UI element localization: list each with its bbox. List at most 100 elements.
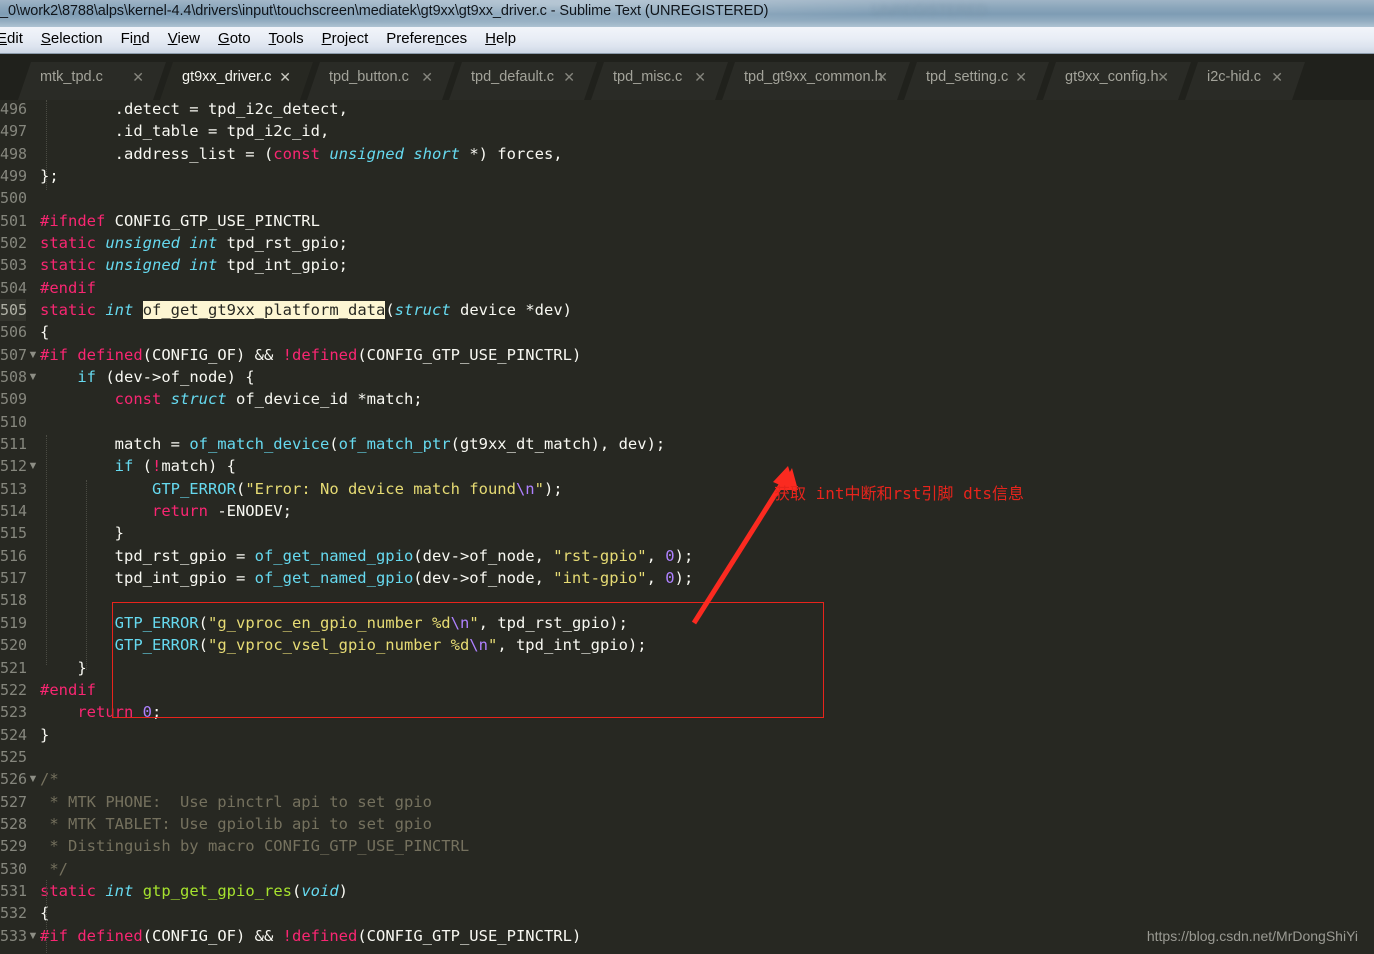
line-number: 518: [0, 591, 28, 610]
tab-label: tpd_setting.c: [926, 69, 1009, 85]
fold-triangle-icon[interactable]: ▼: [26, 344, 40, 366]
code-content[interactable]: .detect = tpd_i2c_detect, .id_table = tp…: [40, 100, 1374, 954]
tab-close-icon[interactable]: ✕: [876, 69, 888, 86]
code-editor[interactable]: 496 497 498 499 500 501 502 503 504 505 506 507 ▼ 508…: [0, 100, 1374, 954]
code-line: .address_list = (const unsigned short *)…: [40, 144, 563, 163]
menu-bar: Edit Selection Find View Goto Tools Project Pre…: [0, 27, 1374, 54]
tab-i2c-hid-c[interactable]: i2c-hid.c ✕: [1185, 62, 1305, 100]
tab-tpd-default-c[interactable]: tpd_default.c ✕: [449, 62, 597, 100]
menu-item-find[interactable]: Find: [112, 27, 159, 49]
code-line: static int gtp_get_gpio_res(void): [40, 881, 349, 900]
line-number: 520: [0, 636, 28, 655]
line-number: 517: [0, 569, 28, 588]
tab-label: mtk_tpd.c: [40, 69, 103, 85]
tab-close-icon[interactable]: ✕: [1015, 69, 1027, 86]
tab-close-icon[interactable]: ✕: [563, 69, 575, 86]
menu-item-view[interactable]: View: [159, 27, 209, 49]
code-line: * Distinguish by macro CONFIG_GTP_USE_PI…: [40, 837, 470, 856]
code-line: match = of_match_device(of_match_ptr(gt9…: [40, 435, 666, 454]
line-number: 512: [0, 457, 28, 476]
tab-tpd-misc-c[interactable]: tpd_misc.c ✕: [591, 62, 728, 100]
tab-mtk-tpd-c[interactable]: mtk_tpd.c ✕: [18, 62, 166, 100]
tab-close-icon[interactable]: ✕: [694, 69, 706, 86]
code-line: .id_table = tpd_i2c_id,: [40, 122, 330, 141]
line-number: 506: [0, 323, 28, 342]
tab-label: tpd_button.c: [329, 69, 409, 85]
menu-item-selection[interactable]: Selection: [32, 27, 112, 49]
fold-triangle-icon[interactable]: ▼: [26, 925, 40, 947]
line-number: 513: [0, 479, 28, 498]
code-line: {: [40, 323, 50, 342]
code-line: GTP_ERROR("Error: No device match found\…: [151, 479, 563, 498]
fold-triangle-icon[interactable]: ▼: [26, 455, 40, 477]
line-number: 533: [0, 926, 28, 945]
tab-label: gt9xx_config.h: [1065, 69, 1159, 85]
menu-item-tools[interactable]: Tools: [260, 27, 313, 49]
code-line: const struct of_device_id *match;: [114, 390, 423, 409]
menu-item-project[interactable]: Project: [313, 27, 378, 49]
line-number: 514: [0, 502, 28, 521]
code-line: return -ENODEV;: [151, 502, 292, 521]
fold-triangle-icon[interactable]: ▼: [26, 768, 40, 790]
line-number: 508: [0, 368, 28, 387]
code-line: * MTK TABLET: Use gpiolib api to set gpi…: [40, 814, 432, 833]
line-number: 521: [0, 658, 28, 677]
line-number: 501: [0, 211, 28, 230]
watermark-text: https://blog.csdn.net/MrDongShiYi: [1146, 928, 1358, 944]
tab-gt9xx-driver-c[interactable]: gt9xx_driver.c ✕: [160, 62, 313, 100]
line-number: 526: [0, 770, 28, 789]
tab-close-icon[interactable]: ✕: [1271, 69, 1283, 86]
tab-label: tpd_misc.c: [613, 69, 683, 85]
tab-tpd-setting-c[interactable]: tpd_setting.c ✕: [904, 62, 1049, 100]
code-line: #ifndef CONFIG_GTP_USE_PINCTRL: [40, 211, 320, 230]
menu-item-preferences[interactable]: Preferences: [377, 27, 476, 49]
annotation-red-box: [112, 602, 824, 718]
line-number: 525: [0, 747, 28, 766]
window-title-ghost: UNREGISTERED: [872, 3, 988, 19]
line-number: 503: [0, 256, 28, 275]
line-number: 497: [0, 122, 28, 141]
line-number: 511: [0, 435, 28, 454]
code-line: static unsigned int tpd_int_gpio;: [40, 256, 348, 275]
tab-close-icon[interactable]: ✕: [279, 69, 291, 86]
menu-item-help[interactable]: Help: [476, 27, 525, 49]
line-number: 530: [0, 859, 28, 878]
window-title-bar: _0\work2\8788\alps\kernel-4.4\drivers\in…: [0, 0, 1374, 27]
line-number: 500: [0, 189, 28, 208]
code-line: {: [40, 904, 50, 923]
tab-tpd-button-c[interactable]: tpd_button.c ✕: [307, 62, 455, 100]
line-number-gutter: 496 497 498 499 500 501 502 503 504 505 506 507 ▼ 508…: [0, 100, 38, 954]
code-line: static int of_get_gt9xx_platform_data(st…: [40, 301, 572, 320]
code-line: static unsigned int tpd_rst_gpio;: [40, 234, 348, 253]
line-number: 516: [0, 546, 28, 565]
code-line: #if defined(CONFIG_OF) && !defined(CONFI…: [40, 345, 582, 364]
line-number: 519: [0, 613, 28, 632]
tab-label: tpd_gt9xx_common.h: [744, 69, 883, 85]
menu-item-goto[interactable]: Goto: [209, 27, 260, 49]
line-number: 498: [0, 144, 28, 163]
line-number: 515: [0, 524, 28, 543]
menu-item-edit[interactable]: Edit: [0, 27, 32, 49]
code-line: }: [40, 524, 124, 543]
line-number: 496: [0, 100, 28, 118]
line-number: 531: [0, 881, 28, 900]
indent-guide: [46, 435, 47, 665]
code-line: };: [40, 167, 59, 186]
code-line: tpd_int_gpio = of_get_named_gpio(dev->of…: [40, 569, 694, 588]
tab-tpd-gt9xx-common-h[interactable]: tpd_gt9xx_common.h ✕: [722, 62, 910, 100]
line-number: 509: [0, 390, 28, 409]
code-line: if (dev->of_node) {: [77, 368, 255, 387]
tab-close-icon[interactable]: ✕: [1157, 69, 1169, 86]
window-title: _0\work2\8788\alps\kernel-4.4\drivers\in…: [0, 3, 769, 19]
annotation-label: 获取 int中断和rst引脚 dts信息: [774, 484, 1024, 503]
tab-close-icon[interactable]: ✕: [421, 69, 433, 86]
line-number: 505: [0, 299, 27, 322]
tab-close-icon[interactable]: ✕: [132, 69, 144, 86]
code-line: */: [40, 859, 68, 878]
fold-triangle-icon[interactable]: ▼: [26, 366, 40, 388]
code-line: * MTK PHONE: Use pinctrl api to set gpio: [40, 792, 432, 811]
code-line: .detect = tpd_i2c_detect,: [40, 100, 348, 118]
tab-gt9xx-config-h[interactable]: gt9xx_config.h ✕: [1043, 62, 1191, 100]
line-number: 504: [0, 278, 28, 297]
code-line: tpd_rst_gpio = of_get_named_gpio(dev->of…: [40, 546, 694, 565]
